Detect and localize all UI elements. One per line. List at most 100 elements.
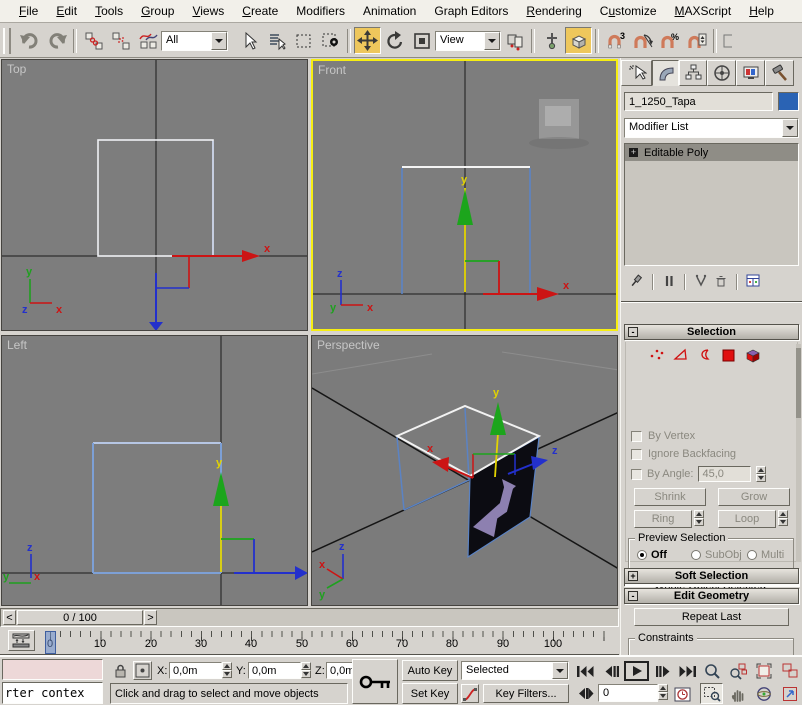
time-configuration-button[interactable] [671, 684, 694, 703]
vertex-subobject-button[interactable] [647, 346, 666, 367]
selection-lock-toggle[interactable] [112, 662, 129, 682]
track-bar-frame-handle[interactable] [45, 631, 56, 654]
preview-subobj-option[interactable]: SubObj [691, 549, 742, 561]
select-and-manipulate-button[interactable] [538, 27, 565, 54]
object-wireframe-front[interactable] [402, 167, 530, 294]
absolute-mode-transform-toggle[interactable] [133, 661, 152, 680]
go-to-end-button[interactable] [676, 661, 699, 681]
make-unique-button[interactable] [693, 273, 709, 292]
menu-animation[interactable]: Animation [354, 1, 425, 21]
unlink-selection-button[interactable] [107, 27, 134, 54]
by-angle-spinner[interactable] [756, 466, 766, 482]
softsel-header[interactable]: + Soft Selection [624, 568, 799, 584]
key-mode-toggle[interactable] [574, 684, 597, 703]
viewport-top-label[interactable]: Top [7, 62, 26, 76]
stack-expand-toggle[interactable]: + [629, 148, 638, 157]
previous-frame-button[interactable] [600, 661, 623, 681]
tab-motion[interactable] [707, 60, 736, 86]
preview-multi-option[interactable]: Multi [747, 549, 784, 561]
y-spinner[interactable] [301, 662, 311, 678]
menu-views[interactable]: Views [183, 1, 233, 21]
collapse-icon[interactable]: - [628, 327, 638, 337]
ring-button[interactable]: Ring [634, 510, 692, 528]
viewport-top[interactable]: Top x y z x [1, 59, 308, 331]
menu-help[interactable]: Help [740, 1, 783, 21]
percent-snap-toggle[interactable]: % [656, 27, 683, 54]
y-coordinate-field[interactable]: 0,0m [248, 662, 301, 679]
time-slider-handle[interactable]: 0 / 100 [17, 610, 143, 625]
edge-subobject-button[interactable] [671, 346, 690, 367]
spinner-up-icon[interactable] [658, 684, 668, 692]
menu-group[interactable]: Group [132, 1, 183, 21]
viewport-front[interactable]: Front y x [311, 59, 618, 331]
edit-geometry-header[interactable]: - Edit Geometry [624, 588, 799, 604]
track-bar-ruler[interactable]: 0 10 20 30 40 50 60 70 80 90 100 [40, 630, 612, 652]
maxscript-mini-listener[interactable]: rter contex [2, 682, 103, 704]
undo-button[interactable] [16, 27, 43, 54]
spinner-down-icon[interactable] [301, 670, 311, 678]
loop-button[interactable]: Loop [718, 510, 776, 528]
menu-graph-editors[interactable]: Graph Editors [425, 1, 517, 21]
spinner-down-icon[interactable] [658, 692, 668, 700]
preview-off-option[interactable]: Off [637, 549, 667, 561]
expand-icon[interactable]: + [628, 571, 638, 581]
play-animation-button[interactable] [624, 661, 649, 681]
radio-subobj[interactable] [691, 550, 701, 560]
viewport-front-label[interactable]: Front [318, 63, 346, 77]
zoom-button[interactable] [700, 660, 723, 681]
select-and-scale-button[interactable] [408, 27, 435, 54]
menu-edit[interactable]: Edit [47, 1, 86, 21]
ignore-backfacing-checkbox[interactable] [631, 449, 642, 460]
spinner-up-icon[interactable] [778, 510, 788, 518]
pan-view-button[interactable] [726, 683, 749, 704]
by-angle-checkbox[interactable] [631, 469, 642, 480]
spinner-down-icon[interactable] [694, 518, 704, 526]
menu-maxscript[interactable]: MAXScript [666, 1, 741, 21]
spinner-up-icon[interactable] [694, 510, 704, 518]
spinner-down-icon[interactable] [778, 518, 788, 526]
snaps-toggle-button[interactable]: 3 [602, 27, 629, 54]
rectangular-selection-region-button[interactable] [290, 27, 317, 54]
menu-modifiers[interactable]: Modifiers [287, 1, 354, 21]
viewport-perspective[interactable]: Perspective y [311, 335, 618, 606]
panel-scrollbar[interactable] [796, 344, 801, 562]
menu-customize[interactable]: Customize [591, 1, 666, 21]
menu-file[interactable]: File [10, 1, 47, 21]
spinner-up-icon[interactable] [301, 662, 311, 670]
remove-modifier-button[interactable] [713, 273, 729, 292]
window-crossing-toggle[interactable] [317, 27, 344, 54]
configure-modifier-sets-button[interactable] [745, 273, 762, 292]
dropdown-arrow-button[interactable] [484, 32, 500, 50]
set-key-button[interactable]: Set Key [402, 683, 458, 704]
default-in-out-tangents-button[interactable] [461, 684, 479, 703]
object-color-swatch[interactable] [778, 92, 799, 111]
reference-coordinate-system-dropdown[interactable]: View [435, 31, 501, 51]
angle-snap-toggle[interactable] [629, 27, 656, 54]
toolbar-grip[interactable] [3, 28, 11, 54]
track-bar[interactable]: 0 10 20 30 40 50 60 70 80 90 100 [0, 628, 619, 655]
viewport-left-label[interactable]: Left [7, 338, 27, 352]
menu-rendering[interactable]: Rendering [517, 1, 590, 21]
viewport-left[interactable]: Left y z y [1, 335, 308, 606]
tab-create[interactable] [621, 60, 652, 86]
modifier-stack[interactable]: + Editable Poly [624, 143, 799, 266]
viewport-perspective-label[interactable]: Perspective [317, 338, 380, 352]
grow-button[interactable]: Grow [718, 488, 790, 506]
time-slider-prev-button[interactable]: < [3, 610, 16, 625]
select-and-rotate-button[interactable] [381, 27, 408, 54]
element-subobject-button[interactable] [743, 346, 763, 367]
set-keys-button[interactable] [352, 659, 398, 704]
spinner-down-icon[interactable] [756, 474, 766, 482]
time-slider-next-button[interactable]: > [144, 610, 157, 625]
repeat-last-button[interactable]: Repeat Last [634, 608, 789, 626]
maximize-viewport-toggle[interactable] [778, 683, 801, 704]
x-coordinate-field[interactable]: 0,0m [169, 662, 222, 679]
key-filter-set-dropdown[interactable]: Selected [461, 661, 569, 680]
tab-utilities[interactable] [765, 60, 794, 86]
maxscript-mini-listener-pink[interactable] [2, 659, 103, 680]
menu-create[interactable]: Create [233, 1, 287, 21]
pin-stack-button[interactable] [627, 273, 645, 292]
keyboard-shortcut-override-toggle[interactable] [565, 27, 592, 54]
stack-item-editable-poly[interactable]: + Editable Poly [625, 144, 798, 161]
ring-spinner[interactable] [694, 510, 704, 526]
